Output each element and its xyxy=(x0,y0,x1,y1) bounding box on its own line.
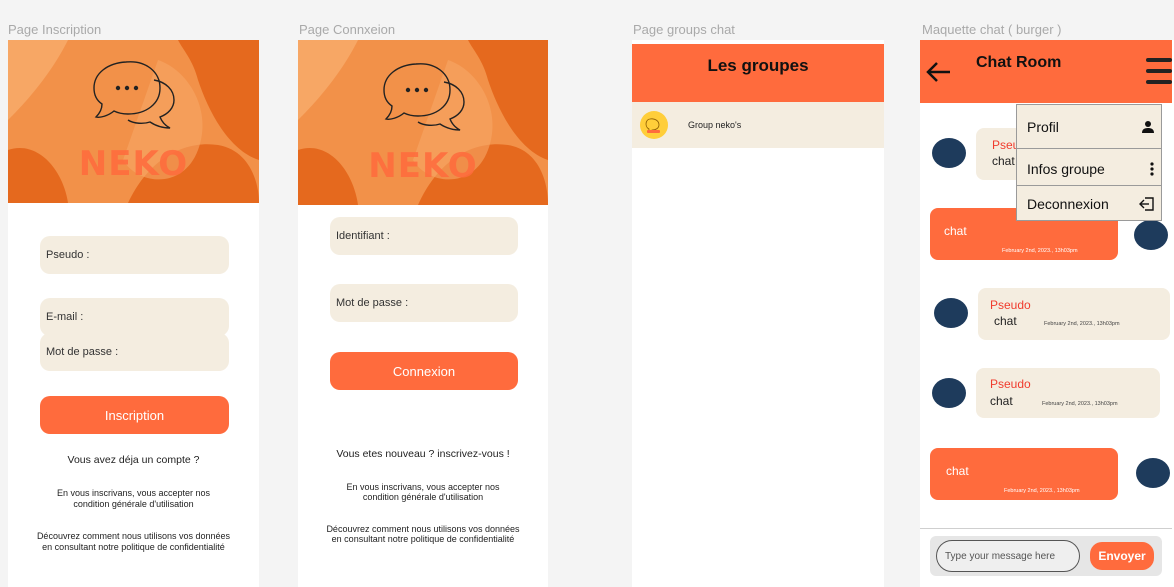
frame-title-connexion: Page Connxeion xyxy=(299,22,396,37)
message-incoming: Pseudo chat February 2nd, 2023., 13h03pm xyxy=(976,368,1160,418)
groups-header: Les groupes xyxy=(632,44,884,102)
menu-item-label: Profil xyxy=(1027,119,1059,135)
message-time: February 2nd, 2023., 13h03pm xyxy=(1042,401,1118,407)
chat-header: Chat Room xyxy=(920,40,1172,103)
message-input[interactable]: Type your message here xyxy=(936,540,1080,572)
brand-logo: NEKO xyxy=(78,144,189,184)
message-time: February 2nd, 2023., 13h03pm xyxy=(1044,321,1120,327)
avatar xyxy=(934,298,968,328)
terms-line-1: En vous inscrivans, vous accepter nos xyxy=(56,488,211,498)
hero-banner: NEKO xyxy=(8,40,259,203)
message-text: chat xyxy=(992,154,1015,168)
avatar xyxy=(1134,220,1168,250)
have-account-link[interactable]: Vous avez déja un compte ? xyxy=(8,454,259,466)
menu-item-label: Deconnexion xyxy=(1027,196,1109,212)
avatar xyxy=(1136,458,1170,488)
group-avatar-icon xyxy=(640,111,668,139)
groups-screen: Les groupes Group neko's xyxy=(632,40,884,587)
chat-bubbles-icon xyxy=(93,61,175,129)
privacy-line-2: en consultant notre politique de confide… xyxy=(331,534,515,544)
message-text: chat xyxy=(944,224,967,238)
message-time: February 2nd, 2023., 13h03pm xyxy=(1004,488,1080,494)
message-text: chat xyxy=(990,394,1013,408)
connexion-screen: NEKO Identifiant : Mot de passe : Connex… xyxy=(298,40,548,587)
frame-title-inscription: Page Inscription xyxy=(8,22,102,37)
message-text: chat xyxy=(946,464,969,478)
pseudo-field[interactable]: Pseudo : xyxy=(40,236,229,274)
menu-divider xyxy=(1017,148,1161,149)
message-nick: Pseudo xyxy=(990,298,1031,312)
frame-title-groups: Page groups chat xyxy=(633,22,735,37)
message-outgoing: chat February 2nd, 2023., 13h03pm xyxy=(930,448,1118,500)
privacy-line-2: en consultant notre politique de confide… xyxy=(42,542,225,552)
more-vertical-icon xyxy=(1150,162,1154,176)
hero-banner: NEKO xyxy=(298,40,548,205)
password-field[interactable]: Mot de passe : xyxy=(330,284,518,322)
chat-title: Chat Room xyxy=(976,54,1062,71)
privacy-line-1: Découvrez comment nous utilisons vos don… xyxy=(36,531,231,541)
inscription-button[interactable]: Inscription xyxy=(40,396,229,434)
frame-title-chat: Maquette chat ( burger ) xyxy=(922,22,1062,37)
back-arrow-icon[interactable] xyxy=(924,58,952,86)
menu-item-profil[interactable]: Profil xyxy=(1017,109,1161,145)
menu-item-deconnexion[interactable]: Deconnexion xyxy=(1017,186,1161,222)
group-list-item[interactable]: Group neko's xyxy=(632,102,884,148)
user-icon xyxy=(1142,121,1154,133)
group-name: Group neko's xyxy=(688,120,742,130)
message-nick: Pseudo xyxy=(990,377,1031,391)
password-field[interactable]: Mot de passe : xyxy=(40,333,229,371)
email-field[interactable]: E-mail : xyxy=(40,298,229,336)
composer-divider xyxy=(920,528,1172,529)
message-time: February 2nd, 2023., 13h03pm xyxy=(1002,248,1078,254)
chat-bubbles-icon xyxy=(383,63,465,131)
chat-screen: Chat Room Pseudo chat chat February 2nd,… xyxy=(920,40,1174,587)
message-composer: Type your message here Envoyer xyxy=(930,536,1162,576)
inscription-screen: NEKO Pseudo : E-mail : Mot de passe : In… xyxy=(8,40,259,587)
send-button[interactable]: Envoyer xyxy=(1090,542,1154,570)
brand-logo: NEKO xyxy=(368,146,478,186)
groups-title: Les groupes xyxy=(707,56,809,75)
logout-icon xyxy=(1139,197,1154,211)
terms-line-2: condition générale d'utilisation xyxy=(73,499,194,509)
connexion-button[interactable]: Connexion xyxy=(330,352,518,390)
avatar xyxy=(932,138,966,168)
menu-item-infos-groupe[interactable]: Infos groupe xyxy=(1017,151,1161,187)
identifiant-field[interactable]: Identifiant : xyxy=(330,217,518,255)
avatar xyxy=(932,378,966,408)
message-incoming: Pseudo chat February 2nd, 2023., 13h03pm xyxy=(978,288,1170,340)
burger-menu-icon[interactable] xyxy=(1146,58,1172,88)
signup-link[interactable]: Vous etes nouveau ? inscrivez-vous ! xyxy=(298,448,548,460)
menu-item-label: Infos groupe xyxy=(1027,161,1105,177)
terms-line-2: condition générale d'utilisation xyxy=(362,492,484,502)
message-text: chat xyxy=(994,314,1017,328)
burger-dropdown-menu: Profil Infos groupe Deconnexion xyxy=(1016,104,1162,221)
